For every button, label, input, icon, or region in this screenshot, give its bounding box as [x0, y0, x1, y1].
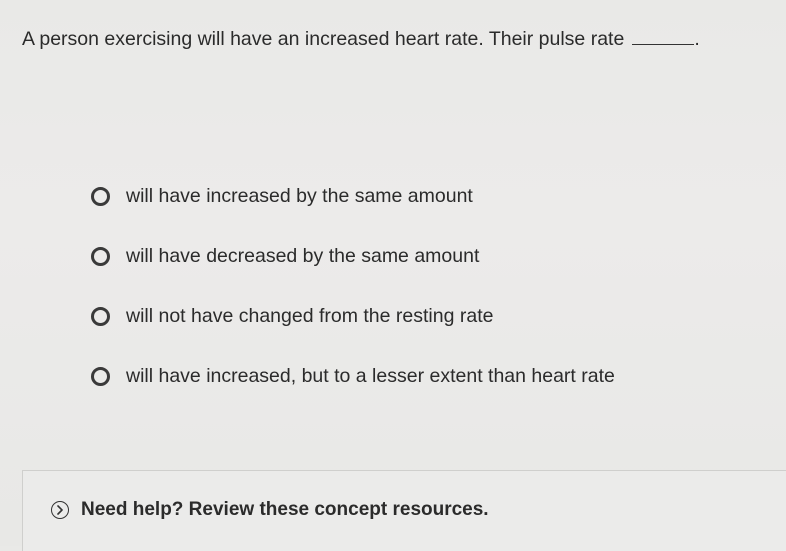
option-label: will have decreased by the same amount: [126, 245, 480, 267]
option-label: will not have changed from the resting r…: [126, 305, 494, 327]
option-4[interactable]: will have increased, but to a lesser ext…: [88, 346, 768, 406]
chevron-right-circle-icon: [51, 501, 69, 519]
help-link-label: Need help? Review these concept resource…: [81, 499, 489, 520]
radio-button[interactable]: [91, 186, 110, 206]
radio-button[interactable]: [91, 306, 110, 326]
help-panel: Need help? Review these concept resource…: [22, 470, 786, 551]
question-trailing-period: .: [694, 28, 700, 50]
radio-button[interactable]: [91, 246, 110, 266]
option-3[interactable]: will not have changed from the resting r…: [88, 286, 768, 346]
concept-resources-link[interactable]: Need help? Review these concept resource…: [51, 499, 489, 521]
question-prompt: A person exercising will have an increas…: [22, 26, 782, 52]
answer-blank: [632, 26, 695, 45]
option-label: will have increased, but to a lesser ext…: [126, 365, 615, 387]
option-label: will have increased by the same amount: [126, 185, 473, 207]
answer-options: will have increased by the same amount w…: [88, 166, 768, 406]
question-text: A person exercising will have an increas…: [22, 28, 625, 50]
option-2[interactable]: will have decreased by the same amount: [88, 226, 768, 286]
radio-button[interactable]: [91, 366, 110, 386]
option-1[interactable]: will have increased by the same amount: [88, 166, 768, 226]
